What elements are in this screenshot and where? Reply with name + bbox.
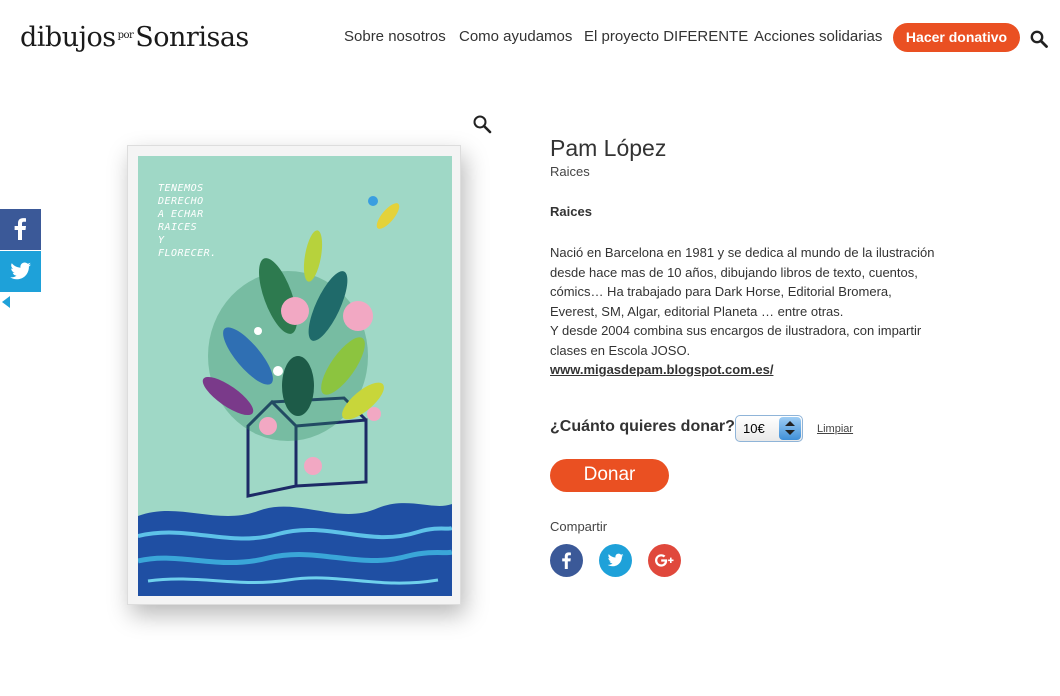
share-google-plus-button[interactable]: [648, 544, 681, 577]
description-line: Nació en Barcelona en 1981 y se dedica a…: [550, 245, 935, 260]
side-share-toggle[interactable]: [2, 296, 10, 308]
side-share-twitter[interactable]: [0, 251, 41, 292]
search-icon[interactable]: [1030, 30, 1048, 48]
twitter-icon: [607, 553, 624, 567]
nav-item-acciones-solidarias[interactable]: Acciones solidarias: [754, 28, 882, 45]
nav-item-proyecto-diferente[interactable]: El proyecto DIFERENTE: [584, 28, 748, 45]
share-twitter-button[interactable]: [599, 544, 632, 577]
description-line: cómics… Ha trabajado para Dark Horse, Ed…: [550, 284, 892, 300]
description-line: Y desde 2004 combina sus encargos de ilu…: [550, 323, 922, 339]
clear-link[interactable]: Limpiar: [817, 423, 853, 435]
description-line: clases en Escola JOSO.: [550, 342, 691, 358]
product-short-title: Raices: [550, 204, 592, 219]
donation-amount-select[interactable]: 10€: [735, 415, 803, 442]
site-logo[interactable]: dibujos porSonrisas: [18, 14, 249, 60]
product-description: Nació en Barcelona en 1981 y se dedica a…: [550, 243, 935, 361]
twitter-icon: [10, 262, 31, 280]
description-line: desde hace mas de 10 años, dibujando lib…: [550, 264, 918, 280]
nav-item-sobre-nosotros[interactable]: Sobre nosotros: [344, 28, 446, 45]
donar-button[interactable]: Donar: [550, 459, 669, 492]
hacer-donativo-button[interactable]: Hacer donativo: [893, 23, 1020, 52]
donation-amount-value: 10€: [743, 421, 765, 436]
logo-wordmark: dibujos porSonrisas: [20, 21, 249, 53]
donation-question: ¿Cuánto quieres donar?: [550, 418, 735, 435]
product-subtitle: Raices: [550, 164, 590, 179]
site-header: dibujos porSonrisas Sobre nosotros Como a…: [0, 0, 1060, 78]
amount-stepper-icon[interactable]: [779, 417, 801, 440]
zoom-icon[interactable]: [472, 114, 492, 134]
artist-website-link[interactable]: www.migasdepam.blogspot.com.es/: [550, 362, 773, 377]
facebook-icon: [14, 218, 26, 240]
poster-handwritten-text: TENEMOS DERECHO A ECHAR RAICES Y FLORECE…: [158, 183, 217, 259]
nav-item-como-ayudamos[interactable]: Como ayudamos: [459, 28, 572, 45]
side-share-facebook[interactable]: [0, 209, 41, 250]
product-image[interactable]: TENEMOS DERECHO A ECHAR RAICES Y FLORECE…: [138, 156, 452, 596]
facebook-icon: [562, 552, 571, 569]
share-facebook-button[interactable]: [550, 544, 583, 577]
product-title: Pam López: [550, 135, 667, 161]
share-label: Compartir: [550, 519, 608, 534]
google-plus-icon: [655, 554, 674, 567]
description-line: Everest, SM, Algar, editorial Planeta … …: [550, 303, 844, 319]
